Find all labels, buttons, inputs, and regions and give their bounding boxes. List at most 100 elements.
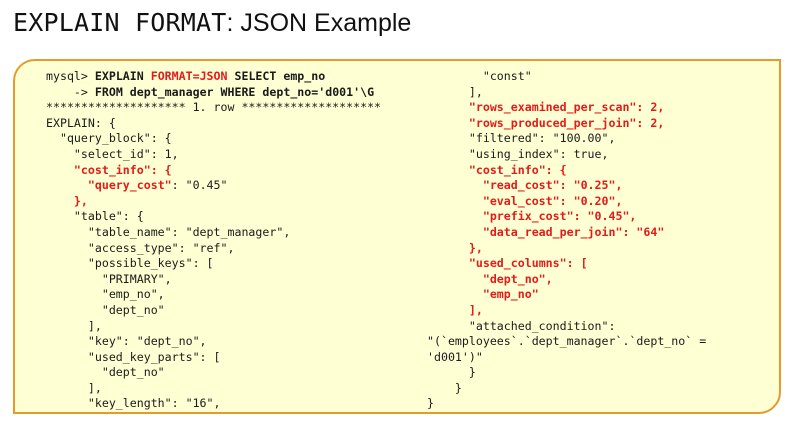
highlighted-code-text: ], xyxy=(468,302,483,317)
code-line: 'd001')" xyxy=(427,350,706,366)
code-text: } xyxy=(427,365,476,380)
code-line: "used_columns": [ xyxy=(427,256,706,272)
highlighted-code-text: "rows_examined_per_scan": 2, xyxy=(468,100,665,115)
code-line: "(`employees`.`dept_manager`.`dept_no` = xyxy=(427,334,706,350)
highlighted-code-text: "data_read_per_join": "64" xyxy=(482,224,665,239)
code-text: } xyxy=(427,380,462,395)
highlighted-code-text: "prefix_cost": "0.45", xyxy=(482,209,637,224)
code-text: ], xyxy=(46,380,102,395)
code-text: } xyxy=(427,396,434,411)
highlighted-code-text: "rows_produced_per_join": 2, xyxy=(468,115,665,130)
code-line: ******************** 1. row ************… xyxy=(46,100,381,116)
code-line: "prefix_cost": "0.45", xyxy=(427,209,706,225)
code-text: "key_length": "16", xyxy=(46,396,221,411)
highlighted-code-text: "query_cost" xyxy=(87,178,172,193)
highlighted-code-text: }, xyxy=(468,240,483,255)
code-line: "select_id": 1, xyxy=(46,147,381,163)
code-line: "dept_no" xyxy=(46,365,381,381)
code-text: "used_key_parts": [ xyxy=(46,349,221,364)
code-line: "using_index": true, xyxy=(427,147,706,163)
code-line: "dept_no", xyxy=(427,272,706,288)
code-line: "attached_condition": xyxy=(427,319,706,335)
code-text: -> xyxy=(46,84,95,99)
code-text: "key": "dept_no", xyxy=(46,334,207,349)
code-line: "cost_info": { xyxy=(427,163,706,179)
highlighted-code-text: "dept_no", xyxy=(482,271,553,286)
code-line: } xyxy=(427,396,706,412)
code-line: "table": { xyxy=(46,209,381,225)
code-line: }, xyxy=(427,241,706,257)
highlighted-code-text: "cost_info": { xyxy=(73,162,172,177)
code-line: "query_cost": "0.45" xyxy=(46,178,381,194)
code-line: "eval_cost": "0.20", xyxy=(427,194,706,210)
code-text: "ref": [ xyxy=(46,412,144,414)
code-line: "key_length": "16", xyxy=(46,396,381,412)
code-text: "filtered": "100.00", xyxy=(427,131,616,146)
code-line: "emp_no", xyxy=(46,287,381,303)
bold-code-text: SELECT emp_no xyxy=(227,69,326,83)
highlighted-code-text: FORMAT=JSON xyxy=(150,69,228,83)
highlighted-code-text: }, xyxy=(73,193,88,208)
code-line: mysql> EXPLAIN FORMAT=JSON SELECT emp_no xyxy=(46,69,381,85)
bold-code-text: FROM dept_manager WHERE dept_no='d001'\G xyxy=(94,84,375,99)
code-line: ], xyxy=(46,381,381,397)
code-line: ], xyxy=(46,319,381,335)
code-text: "(`employees`.`dept_manager`.`dept_no` = xyxy=(427,334,707,349)
code-column-left: mysql> EXPLAIN FORMAT=JSON SELECT emp_no… xyxy=(46,69,381,414)
code-text: "dept_no" xyxy=(46,302,165,317)
highlighted-code-text: "cost_info": { xyxy=(468,162,567,177)
code-text: "select_id": 1, xyxy=(46,146,179,161)
code-text: "table_name": "dept_manager", xyxy=(46,224,291,239)
code-line: "ref": [ xyxy=(46,412,381,414)
code-line: "table_name": "dept_manager", xyxy=(46,225,381,241)
code-line: "const" xyxy=(427,69,706,85)
highlighted-code-text: "eval_cost": "0.20", xyxy=(482,193,623,208)
code-line: } xyxy=(427,381,706,397)
code-text: "PRIMARY", xyxy=(46,271,172,286)
code-line: ], xyxy=(427,303,706,319)
code-column-right: "const" ], "rows_examined_per_scan": 2, … xyxy=(427,69,706,412)
code-line: "filtered": "100.00", xyxy=(427,131,706,147)
code-text: ], xyxy=(427,84,483,99)
code-text: "attached_condition": xyxy=(427,318,616,333)
code-line: "PRIMARY", xyxy=(46,272,381,288)
code-line: "key": "dept_no", xyxy=(46,334,381,350)
slide-title-text: : JSON Example xyxy=(226,9,412,37)
code-text: "const" xyxy=(427,69,532,83)
code-text: "dept_no" xyxy=(46,365,165,380)
code-text: 'd001')" xyxy=(427,349,483,364)
code-line: "data_read_per_join": "64" xyxy=(427,225,706,241)
bold-code-text: EXPLAIN xyxy=(94,69,151,83)
code-line: "rows_produced_per_join": 2, xyxy=(427,116,706,132)
code-line: } xyxy=(427,365,706,381)
code-line: "cost_info": { xyxy=(46,163,381,179)
code-text: "query_block": { xyxy=(46,131,172,146)
code-line: "emp_no" xyxy=(427,287,706,303)
highlighted-code-text: "emp_no" xyxy=(482,287,539,302)
code-line: "read_cost": "0.25", xyxy=(427,178,706,194)
code-text: "using_index": true, xyxy=(427,146,609,161)
code-line: "dept_no" xyxy=(46,303,381,319)
code-text: mysql> xyxy=(46,69,95,83)
code-line: "query_block": { xyxy=(46,131,381,147)
code-text: ], xyxy=(46,318,102,333)
highlighted-code-text: "used_columns": [ xyxy=(468,256,588,271)
code-line: }, xyxy=(46,194,381,210)
slide-title: EXPLAIN FORMAT: JSON Example xyxy=(13,6,411,40)
code-line: "used_key_parts": [ xyxy=(46,350,381,366)
code-line: -> FROM dept_manager WHERE dept_no='d001… xyxy=(46,85,381,101)
code-text: "access_type": "ref", xyxy=(46,240,235,255)
